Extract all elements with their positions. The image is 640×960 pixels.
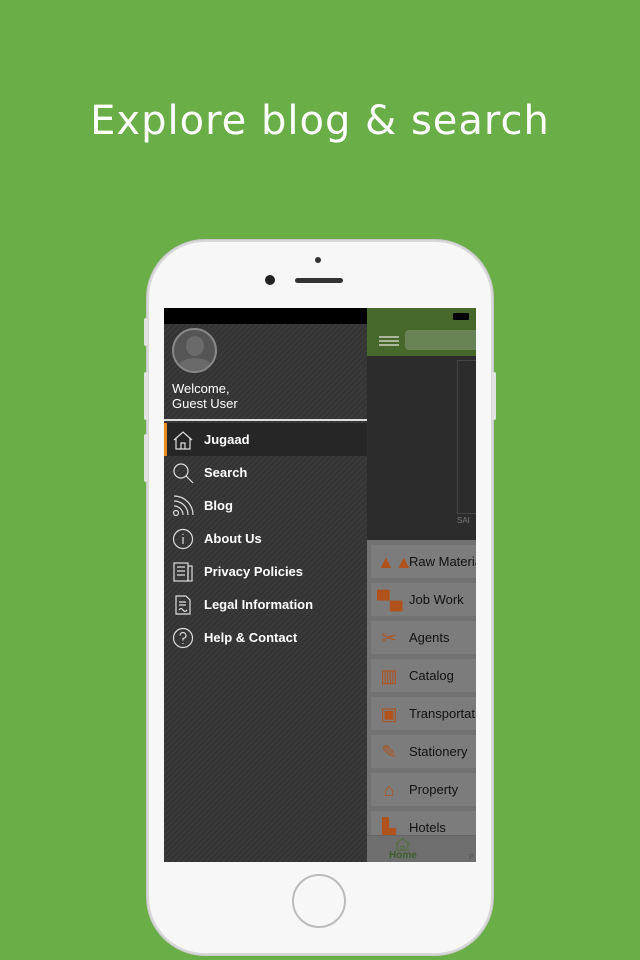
menu-label: Help & Contact	[204, 630, 298, 645]
tab-bar: Home P	[367, 835, 476, 862]
search-icon	[173, 462, 194, 483]
category-label: Transportat	[409, 706, 475, 721]
menu-label: Legal Information	[204, 597, 314, 612]
banner-frame	[457, 360, 476, 514]
app-header	[367, 308, 476, 356]
menu-label: Privacy Policies	[204, 564, 304, 579]
main-view-dimmed[interactable]: SAI ▲▲ Raw Materia ▀▄ Job Work ✂ Agents ▥ Ca…	[367, 308, 476, 862]
category-label: Agents	[409, 630, 450, 645]
search-input[interactable]	[405, 330, 476, 350]
avatar[interactable]	[172, 328, 217, 373]
category-stationery[interactable]: ✎ Stationery	[371, 735, 476, 768]
headline: Explore blog & search	[90, 98, 550, 144]
banner-area: SAI	[367, 356, 476, 540]
house-icon: ⌂	[383, 779, 395, 800]
home-button[interactable]	[292, 874, 346, 928]
info-icon	[172, 528, 194, 549]
banner-label: SAI	[457, 516, 470, 525]
home-icon	[173, 430, 193, 450]
menu-item-blog[interactable]: Blog	[164, 489, 367, 522]
user-name: Guest User	[172, 396, 238, 411]
battery-icon	[453, 313, 469, 320]
menu-label: Jugaad	[204, 432, 250, 447]
rss-icon	[172, 494, 194, 516]
category-raw-materials[interactable]: ▲▲ Raw Materia	[371, 545, 476, 578]
category-hotels[interactable]: ▙ Hotels	[371, 811, 476, 835]
category-catalog[interactable]: ▥ Catalog	[371, 659, 476, 692]
scissors-icon: ✂	[381, 627, 397, 648]
menu-item-help-contact[interactable]: Help & Contact	[164, 621, 367, 654]
tab-home[interactable]: Home	[389, 837, 417, 861]
raw-materials-icon: ▲▲	[377, 551, 413, 572]
menu-icon[interactable]	[379, 336, 399, 348]
volume-up	[144, 372, 148, 420]
menu-label: Blog	[204, 498, 233, 513]
home-tab-icon	[395, 837, 411, 851]
volume-down	[144, 434, 148, 482]
menu-item-jugaad[interactable]: Jugaad	[164, 423, 367, 456]
speaker	[295, 278, 343, 283]
category-agents[interactable]: ✂ Agents	[371, 621, 476, 654]
category-label: Raw Materia	[409, 554, 476, 569]
category-job-work[interactable]: ▀▄ Job Work	[371, 583, 476, 616]
welcome-text: Welcome, Guest User	[172, 381, 238, 411]
tab-label: Home	[389, 850, 417, 861]
pen-icon: ✎	[381, 741, 397, 762]
status-bar	[164, 308, 367, 324]
front-camera	[265, 275, 275, 285]
category-transportation[interactable]: ▣ Transportat	[371, 697, 476, 730]
tab-partial[interactable]: P	[469, 854, 474, 861]
category-label: Catalog	[409, 668, 454, 683]
drawer-menu: Jugaad Search Blog About Us Privacy Poli…	[164, 423, 367, 654]
sewing-machine-icon: ▀▄	[377, 589, 403, 610]
menu-item-privacy-policies[interactable]: Privacy Policies	[164, 555, 367, 588]
proximity-sensor	[315, 257, 321, 263]
power-button	[492, 372, 496, 420]
menu-label: About Us	[204, 531, 262, 546]
welcome-label: Welcome,	[172, 381, 230, 396]
help-icon	[172, 627, 194, 648]
truck-icon: ▣	[380, 703, 398, 724]
category-property[interactable]: ⌂ Property	[371, 773, 476, 806]
menu-item-legal-information[interactable]: Legal Information	[164, 588, 367, 621]
category-label: Hotels	[409, 820, 446, 835]
app-screen: Welcome, Guest User Jugaad Search Blog A…	[164, 308, 476, 862]
menu-label: Search	[204, 465, 248, 480]
book-icon: ▥	[380, 665, 398, 686]
category-label: Property	[409, 782, 459, 797]
mute-switch	[144, 318, 148, 346]
divider	[164, 419, 367, 421]
menu-item-search[interactable]: Search	[164, 456, 367, 489]
document-icon	[173, 561, 193, 582]
category-label: Stationery	[409, 744, 468, 759]
side-drawer: Welcome, Guest User Jugaad Search Blog A…	[164, 308, 367, 862]
category-label: Job Work	[409, 592, 464, 607]
menu-item-about-us[interactable]: About Us	[164, 522, 367, 555]
category-list: ▲▲ Raw Materia ▀▄ Job Work ✂ Agents ▥ Catalo…	[367, 540, 476, 835]
certificate-icon	[175, 594, 191, 615]
hotel-icon: ▙	[382, 817, 396, 836]
